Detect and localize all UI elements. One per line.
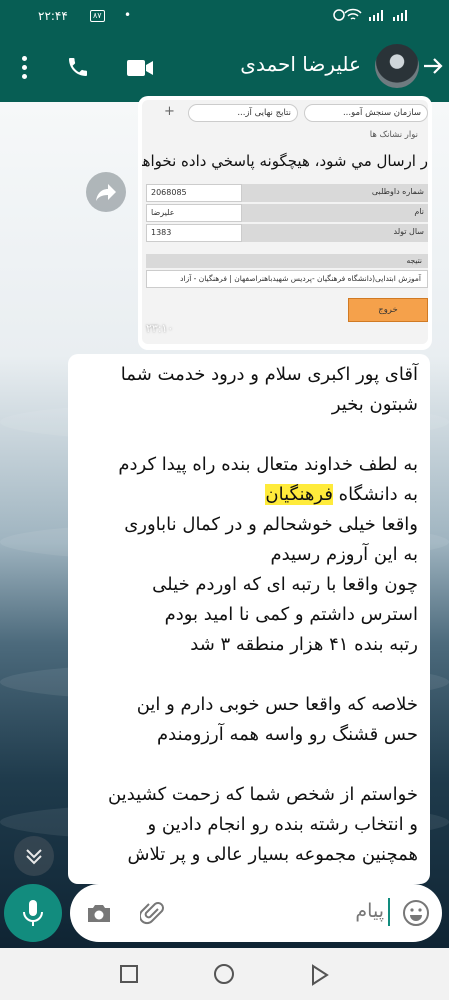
- message-text: واقعا خیلی خوشحالم و در کمال ناباوری: [124, 514, 418, 535]
- image-message[interactable]: + نتایج نهایی آز... سازمان سنجش آمو... ن…: [138, 96, 432, 350]
- result-form: 2068085 شماره داوطلبی علیرضا نام 1383 سا…: [146, 184, 428, 244]
- message-line: به این آروزم رسیدم: [80, 540, 418, 570]
- browser-tab: سازمان سنجش آمو...: [304, 104, 428, 122]
- attach-icon[interactable]: [138, 900, 166, 930]
- battery-indicator: ۸۷: [90, 10, 105, 22]
- notification-dot: •: [124, 8, 132, 22]
- microphone-icon: [23, 900, 43, 926]
- voice-call-icon[interactable]: [66, 55, 90, 83]
- more-options-icon[interactable]: [22, 56, 30, 80]
- home-button[interactable]: [214, 964, 234, 984]
- message-line: شبتون بخیر: [80, 390, 418, 420]
- recents-button[interactable]: [120, 965, 138, 983]
- forward-button[interactable]: [86, 172, 126, 212]
- wifi-signal-icon: [333, 8, 407, 21]
- text-message[interactable]: آقای پور اکبری سلام و درود خدمت شما شبتون…: [68, 354, 430, 884]
- image-message-time: ۲۳:۱۰: [146, 322, 174, 335]
- text-cursor: [388, 898, 390, 926]
- message-line: چون واقعا با رتبه ای که اوردم خیلی: [80, 570, 418, 600]
- message-paragraph: خلاصه که واقعا حس خوبی دارم و این حس قشنگ…: [80, 690, 418, 750]
- message-paragraph: خواستم از شخص شما که زحمت کشیدین و انتخاب…: [80, 780, 418, 870]
- emoji-icon[interactable]: [402, 899, 430, 931]
- back-arrow-icon[interactable]: [421, 54, 445, 82]
- message-text: شبتون بخیر: [331, 394, 418, 415]
- form-value: 1383: [146, 224, 242, 242]
- message-line: حس قشنگ رو واسه همه آرزومندم: [80, 720, 418, 750]
- message-text: به این آروزم رسیدم: [270, 544, 418, 565]
- back-button[interactable]: [310, 964, 330, 990]
- system-nav-bar: [0, 948, 449, 1000]
- message-body: آقای پور اکبری سلام و درود خدمت شما شبتون…: [80, 360, 418, 870]
- contact-avatar[interactable]: [375, 44, 419, 88]
- new-tab-icon: +: [164, 104, 175, 119]
- signal-icons: [333, 8, 413, 25]
- form-value: علیرضا: [146, 204, 242, 222]
- status-time: ۲۲:۴۴: [38, 9, 68, 23]
- message-text: استرس داشتم و کمی نا امید بودم: [164, 604, 418, 625]
- message-line: استرس داشتم و کمی نا امید بودم: [80, 600, 418, 630]
- message-text: چون واقعا با رتبه ای که اوردم خیلی: [152, 574, 418, 595]
- status-bar: ۲۲:۴۴ ۸۷ •: [0, 0, 449, 34]
- message-text: همچنین مجموعه بسیار عالی و پر تلاش: [127, 844, 418, 865]
- message-paragraph: آقای پور اکبری سلام و درود خدمت شما شبتون…: [80, 360, 418, 420]
- message-text: خلاصه که واقعا حس خوبی دارم و این: [136, 694, 418, 715]
- highlighted-word: فرهنگیان: [265, 484, 333, 505]
- bookmarks-label: نوار نشانک ها: [369, 130, 418, 140]
- message-line: و انتخاب رشته بنده رو انجام دادین و: [80, 810, 419, 840]
- message-text: به دانشگاه: [332, 484, 418, 505]
- chat-header: علیرضا احمدی: [0, 34, 449, 102]
- message-line: رتبه بنده ۴۱ هزار منطقه ۳ شد: [80, 630, 418, 660]
- contact-name[interactable]: علیرضا احمدی: [240, 52, 361, 76]
- message-text: آقای پور اکبری سلام و درود خدمت شما: [120, 364, 418, 385]
- message-text: رتبه بنده ۴۱ هزار منطقه ۳ شد: [190, 634, 418, 655]
- message-line: خواستم از شخص شما که زحمت کشیدین: [80, 780, 418, 810]
- form-row: علیرضا نام: [146, 204, 428, 222]
- forward-icon: [96, 184, 116, 201]
- browser-tab: نتایج نهایی آز...: [188, 104, 298, 122]
- exit-button: خروج: [348, 298, 428, 322]
- message-text: حس قشنگ رو واسه همه آرزومندم: [157, 724, 418, 745]
- form-value: 2068085: [146, 184, 242, 202]
- message-paragraph: به لطف خداوند متعال بنده راه پیدا کردم به…: [80, 450, 418, 660]
- form-label: شماره داوطلبی: [242, 184, 428, 202]
- scroll-to-bottom-button[interactable]: [14, 836, 54, 876]
- form-row: 1383 سال تولد: [146, 224, 428, 242]
- screenshot-headline: ر ارسال مي شود، هيچگونه پاسخي داده نخواه…: [142, 152, 428, 170]
- message-input-bar[interactable]: پیام: [70, 884, 442, 942]
- camera-icon[interactable]: [86, 901, 112, 929]
- browser-tabs: + نتایج نهایی آز... سازمان سنجش آمو...: [142, 102, 428, 124]
- message-text: به لطف خداوند متعال بنده راه پیدا کردم: [118, 454, 418, 475]
- message-line: خلاصه که واقعا حس خوبی دارم و این: [80, 690, 418, 720]
- form-row: 2068085 شماره داوطلبی: [146, 184, 428, 202]
- shared-screenshot[interactable]: + نتایج نهایی آز... سازمان سنجش آمو... ن…: [142, 100, 428, 344]
- message-line: به دانشگاه فرهنگیان: [80, 480, 418, 510]
- result-label: نتیجه: [146, 254, 428, 268]
- form-label: نام: [242, 204, 428, 222]
- form-label: سال تولد: [242, 224, 428, 242]
- message-line: واقعا خیلی خوشحالم و در کمال ناباوری: [80, 510, 418, 540]
- message-text: خواستم از شخص شما که زحمت کشیدین: [107, 784, 418, 805]
- video-call-icon[interactable]: [126, 58, 154, 82]
- message-input[interactable]: پیام: [355, 900, 384, 922]
- message-line: به لطف خداوند متعال بنده راه پیدا کردم: [80, 450, 418, 480]
- double-chevron-down-icon: [26, 849, 42, 865]
- voice-record-button[interactable]: [4, 884, 62, 942]
- message-text: و انتخاب رشته بنده رو انجام دادین و: [147, 814, 419, 835]
- result-value: آموزش ابتدایی(دانشگاه فرهنگیان -پردیس شه…: [146, 270, 428, 288]
- message-line: همچنین مجموعه بسیار عالی و پر تلاش: [80, 840, 418, 870]
- message-line: آقای پور اکبری سلام و درود خدمت شما: [80, 360, 418, 390]
